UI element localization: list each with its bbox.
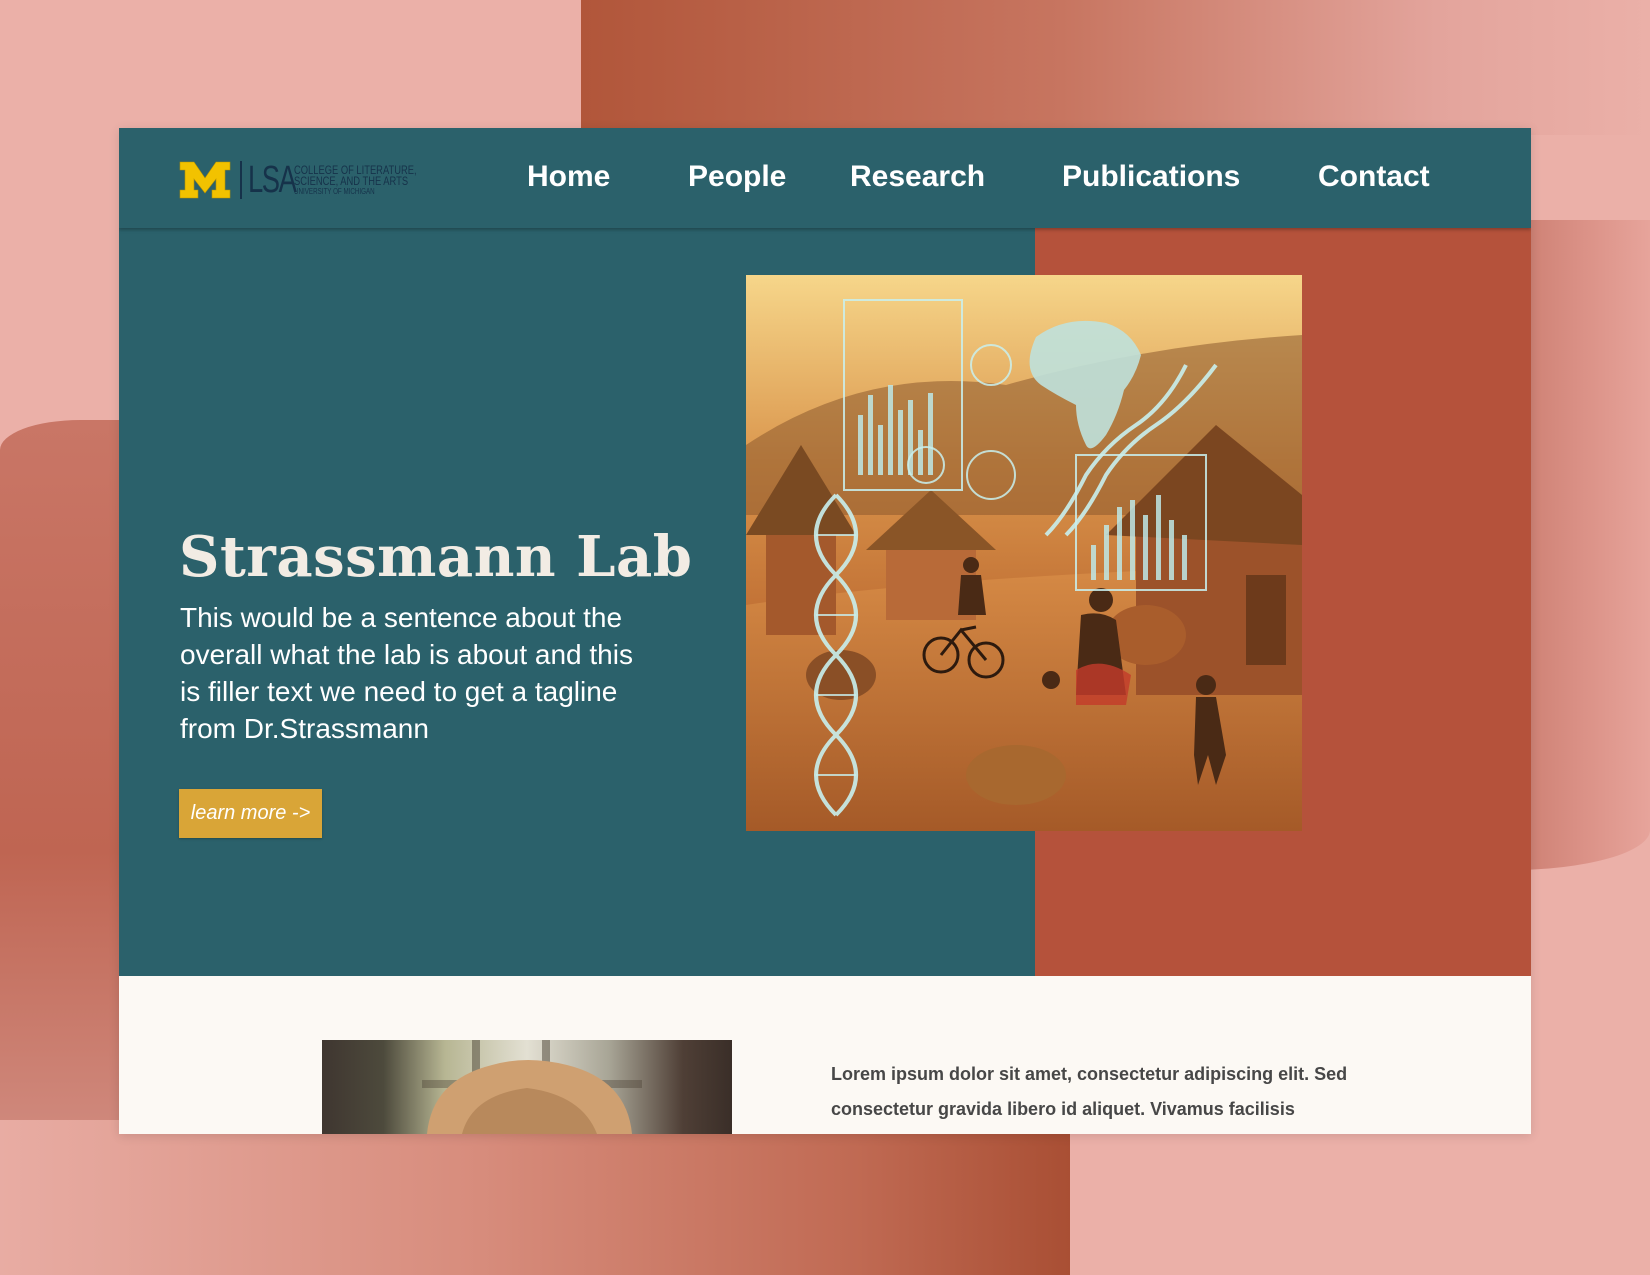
logo-college-line-3: UNIVERSITY OF MICHIGAN	[294, 186, 375, 196]
nav-home[interactable]: Home	[527, 159, 610, 195]
nav-people[interactable]: People	[688, 159, 786, 195]
block-m-icon	[179, 161, 231, 199]
about-text: Lorem ipsum dolor sit amet, consectetur …	[831, 1064, 1348, 1119]
nav-publications[interactable]: Publications	[1062, 159, 1240, 195]
logo-college-line-2: SCIENCE, AND THE ARTS	[294, 173, 409, 188]
logo-lsa-text: LSA	[248, 159, 297, 201]
about-section: Lorem ipsum dolor sit amet, consectetur …	[119, 976, 1531, 1134]
navbar: LSA COLLEGE OF LITERATURE, SCIENCE, AND …	[119, 128, 1531, 228]
nav-contact[interactable]: Contact	[1318, 159, 1430, 195]
website-mockup: LSA COLLEGE OF LITERATURE, SCIENCE, AND …	[119, 128, 1531, 1134]
portrait-photo	[322, 1040, 732, 1134]
hero-title: Strassmann Lab	[179, 524, 693, 590]
learn-more-button[interactable]: learn more ->	[179, 789, 322, 838]
hero-tagline: This would be a sentence about the overa…	[180, 602, 633, 744]
backdrop-shape-bottom	[0, 1120, 1070, 1275]
logo-college-name: COLLEGE OF LITERATURE, SCIENCE, AND THE …	[294, 164, 417, 196]
backdrop-shape-top	[581, 0, 1650, 135]
logo-divider	[240, 161, 242, 199]
hero-section: Strassmann Lab This would be a sentence …	[119, 228, 1531, 976]
nav-research[interactable]: Research	[850, 159, 985, 195]
dna-village-illustration	[746, 275, 1302, 831]
umich-lsa-logo[interactable]: LSA COLLEGE OF LITERATURE, SCIENCE, AND …	[178, 158, 451, 202]
